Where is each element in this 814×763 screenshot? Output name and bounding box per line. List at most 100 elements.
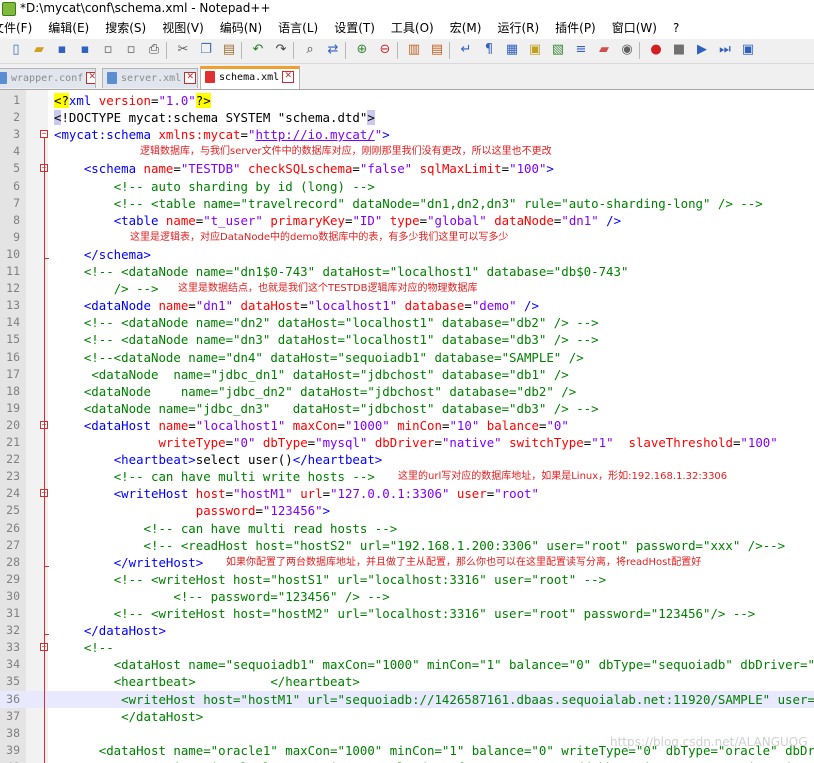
fold-toggle-icon[interactable]: − [40, 130, 48, 139]
menu-item-3[interactable]: 视图(V) [162, 17, 204, 39]
sync-v-icon[interactable]: ▥ [406, 42, 422, 58]
code-line[interactable]: 11 <!-- <dataNode name="dn1$0-743" dataH… [0, 263, 814, 280]
code-line[interactable]: 13 <dataNode name="dn1" dataHost="localh… [0, 297, 814, 314]
menu-item-11[interactable]: 窗口(W) [612, 17, 657, 39]
code-line[interactable]: 33− <!-- [0, 639, 814, 656]
new-icon[interactable]: ▯ [8, 42, 24, 58]
token: = [225, 435, 234, 450]
menu-item-5[interactable]: 语言(L) [278, 17, 318, 39]
code-line[interactable]: 19 <dataNode name="jdbc_dn3" dataHost="j… [0, 400, 814, 417]
code-line[interactable]: 30 <!-- password="123456" /> --> [0, 588, 814, 605]
token: "false" [359, 161, 420, 177]
menu-item-12[interactable]: ? [673, 17, 679, 39]
code-line[interactable]: 16 <!--<dataNode name="dn4" dataHost="se… [0, 349, 814, 366]
paste-icon[interactable]: ▤ [221, 42, 237, 58]
code-line[interactable]: 8 <table name="t_user" primaryKey="ID" t… [0, 212, 814, 229]
code-line[interactable]: 5− <schema name="TESTDB" checkSQLschema=… [0, 160, 814, 177]
folder-workspace-icon[interactable]: ▰ [596, 42, 612, 58]
code-line[interactable]: 25 password="123456"> [0, 502, 814, 519]
toolbar-separator [639, 42, 640, 59]
menu-item-2[interactable]: 搜索(S) [105, 17, 146, 39]
code-text: </dataHost> [54, 708, 203, 725]
code-line[interactable]: 18 <dataNode name="jdbc_dn2" dataHost="j… [0, 383, 814, 400]
show-all-chars-icon[interactable]: ¶ [481, 42, 497, 58]
indent-guide-icon[interactable]: ▦ [504, 42, 520, 58]
print-icon[interactable]: ⎙ [146, 42, 162, 58]
sync-h-icon[interactable]: ▤ [429, 42, 445, 58]
play-macro-icon[interactable]: ▶ [694, 42, 710, 58]
cut-icon[interactable]: ✂ [175, 42, 191, 58]
code-line[interactable]: 40 <connectionInitSql>alter session set … [0, 759, 814, 763]
editor[interactable]: 1 <?xml version="1.0"?> 2 <!DOCTYPE mycat:s… [0, 90, 814, 763]
code-line[interactable]: 29 <!-- <writeHost host="hostS1" url="lo… [0, 571, 814, 588]
token: "localhost1" [307, 298, 405, 314]
code-line[interactable]: 21 writeType="0" dbType="mysql" dbDriver… [0, 434, 814, 451]
save-icon[interactable]: ▪ [54, 42, 70, 58]
code-line[interactable]: 6 <!-- auto sharding by id (long) --> [0, 178, 814, 195]
find-icon[interactable]: ⌕ [302, 42, 318, 58]
code-line[interactable]: 24− <writeHost host="hostM1" url="127.0.… [0, 485, 814, 502]
tab-server-xml[interactable]: server.xml ✕ [102, 68, 198, 88]
doc-map-icon[interactable]: ▧ [550, 42, 566, 58]
redo-icon[interactable]: ↷ [273, 42, 289, 58]
code-line[interactable]: 22 <heartbeat>select user()</heartbeat> [0, 451, 814, 468]
save-all-icon[interactable]: ▪ [77, 42, 93, 58]
menu-item-6[interactable]: 设置(T) [334, 17, 375, 39]
code-line[interactable]: 3 − <mycat:schema xmlns:mycat="http://io.m… [0, 126, 814, 143]
word-wrap-icon[interactable]: ↵ [458, 42, 474, 58]
tab-close-icon[interactable]: ✕ [86, 72, 95, 84]
tab-close-icon[interactable]: ✕ [184, 72, 197, 84]
open-icon[interactable]: ▰ [31, 42, 47, 58]
copy-icon[interactable]: ❐ [198, 42, 214, 58]
menu-item-7[interactable]: 工具(O) [391, 17, 434, 39]
zoom-out-icon[interactable]: ⊖ [377, 42, 393, 58]
close-icon[interactable]: ▫ [100, 42, 116, 58]
code-line[interactable]: 32 </dataHost> [0, 622, 814, 639]
save-macro-icon[interactable]: ▣ [740, 42, 756, 58]
token: </dataHost> [121, 708, 204, 724]
code-line[interactable]: 36 <writeHost host="hostM1" url="sequoia… [0, 690, 814, 708]
token: name [143, 161, 174, 177]
code-line[interactable]: 35 <heartbeat> </heartbeat> [0, 673, 814, 690]
menu-item-4[interactable]: 编码(N) [220, 17, 262, 39]
run-macro-multi-icon[interactable]: ⏭ [717, 42, 733, 58]
monitor-icon[interactable]: ◉ [619, 42, 635, 58]
tab-wrapper-conf[interactable]: wrapper.conf ✕ [0, 68, 96, 88]
replace-icon[interactable]: ⇄ [325, 42, 341, 58]
code-line[interactable]: 31 <!-- <writeHost host="hostM2" url="lo… [0, 605, 814, 622]
notepadpp-app-icon [2, 1, 16, 16]
lang-icon[interactable]: ▣ [527, 42, 543, 58]
code-line[interactable]: 14 <!-- <dataNode name="dn2" dataHost="l… [0, 314, 814, 331]
tab-close-icon[interactable]: ✕ [282, 71, 295, 83]
code-line[interactable]: 7 <!-- <table name="travelrecord" dataNo… [0, 195, 814, 212]
token: "demo" [471, 298, 525, 314]
menu-item-0[interactable]: 文件(F) [0, 17, 32, 39]
zoom-in-icon[interactable]: ⊕ [354, 42, 370, 58]
close-all-icon[interactable]: ▫ [123, 42, 139, 58]
menu-item-1[interactable]: 编辑(E) [48, 17, 89, 39]
token: > [367, 110, 375, 126]
code-line[interactable]: 17 <dataNode name="jdbc_dn1" dataHost="j… [0, 366, 814, 383]
undo-icon[interactable]: ↶ [250, 42, 266, 58]
tab-schema-xml[interactable]: schema.xml ✕ [200, 66, 300, 89]
code-line[interactable]: 27 <!-- <readHost host="hostS2" url="192… [0, 537, 814, 554]
record-macro-icon[interactable]: ● [648, 42, 664, 58]
menu-item-10[interactable]: 插件(P) [555, 17, 596, 39]
code-line[interactable]: 2 <!DOCTYPE mycat:schema SYSTEM "schema.d… [0, 109, 814, 126]
token: <schema [83, 161, 144, 177]
code-text: <connectionInitSql>alter session set nls… [54, 759, 814, 763]
menu-item-8[interactable]: 宏(M) [450, 17, 482, 39]
code-line[interactable]: 1 <?xml version="1.0"?> [0, 92, 814, 109]
code-line[interactable]: 26 <!-- can have multi read hosts --> [0, 520, 814, 537]
code-line[interactable]: 15 <!-- <dataNode name="dn3" dataHost="l… [0, 331, 814, 348]
function-list-icon[interactable]: ≡ [573, 42, 589, 58]
code-line[interactable]: 37 </dataHost> [0, 708, 814, 725]
menu-item-9[interactable]: 运行(R) [497, 17, 539, 39]
line-number: 33 [6, 640, 20, 655]
code-line[interactable]: 10 </schema> [0, 246, 814, 263]
code-line[interactable]: 34 <dataHost name="sequoiadb1" maxCon="1… [0, 656, 814, 673]
code-line[interactable]: 20− <dataHost name="localhost1" maxCon="… [0, 417, 814, 434]
stop-macro-icon[interactable]: ■ [671, 42, 687, 58]
